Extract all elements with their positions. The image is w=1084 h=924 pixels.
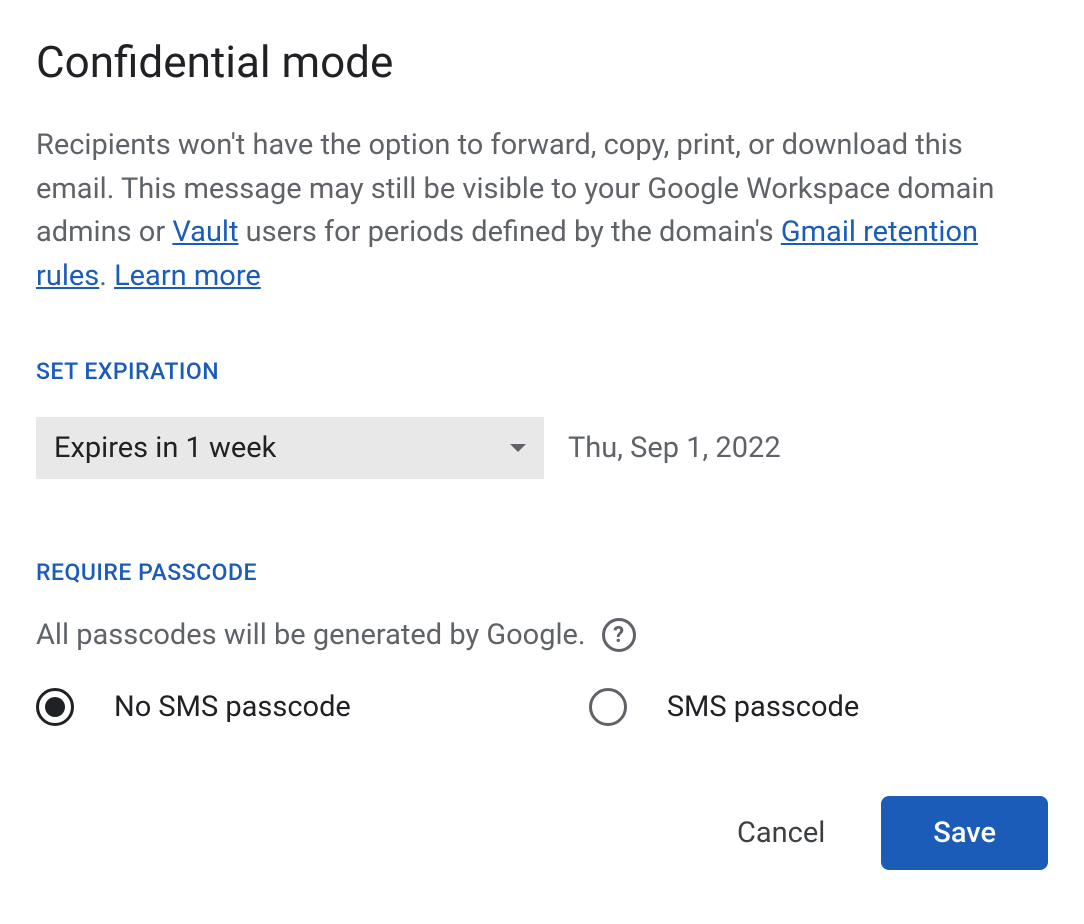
passcode-subtitle-row: All passcodes will be generated by Googl… [36,618,1048,652]
radio-label-no-sms: No SMS passcode [114,690,351,724]
expiration-row: Expires in 1 week Thu, Sep 1, 2022 [36,417,1048,479]
radio-sms-passcode[interactable]: SMS passcode [589,688,859,726]
passcode-radio-group: No SMS passcode SMS passcode [36,688,1048,726]
expiration-dropdown-value: Expires in 1 week [54,431,276,465]
dialog-button-row: Cancel Save [36,796,1048,870]
radio-button-unselected-icon [589,688,627,726]
require-passcode-label: REQUIRE PASSCODE [36,559,1048,586]
learn-more-link[interactable]: Learn more [114,259,261,293]
help-icon[interactable]: ? [602,618,636,652]
expiration-date: Thu, Sep 1, 2022 [568,431,781,465]
description-text-3: . [99,259,114,293]
set-expiration-label: SET EXPIRATION [36,358,1048,385]
description-text-2: users for periods defined by the domain'… [238,215,780,249]
cancel-button[interactable]: Cancel [729,800,833,866]
dialog-title: Confidential mode [36,36,1048,88]
radio-no-sms-passcode[interactable]: No SMS passcode [36,688,351,726]
chevron-down-icon [510,444,526,452]
dialog-description: Recipients won't have the option to forw… [36,124,1048,298]
passcode-subtitle: All passcodes will be generated by Googl… [36,618,586,652]
radio-button-selected-icon [36,688,74,726]
vault-link[interactable]: Vault [172,215,238,249]
expiration-dropdown[interactable]: Expires in 1 week [36,417,544,479]
radio-label-sms: SMS passcode [667,690,859,724]
save-button[interactable]: Save [881,796,1048,870]
